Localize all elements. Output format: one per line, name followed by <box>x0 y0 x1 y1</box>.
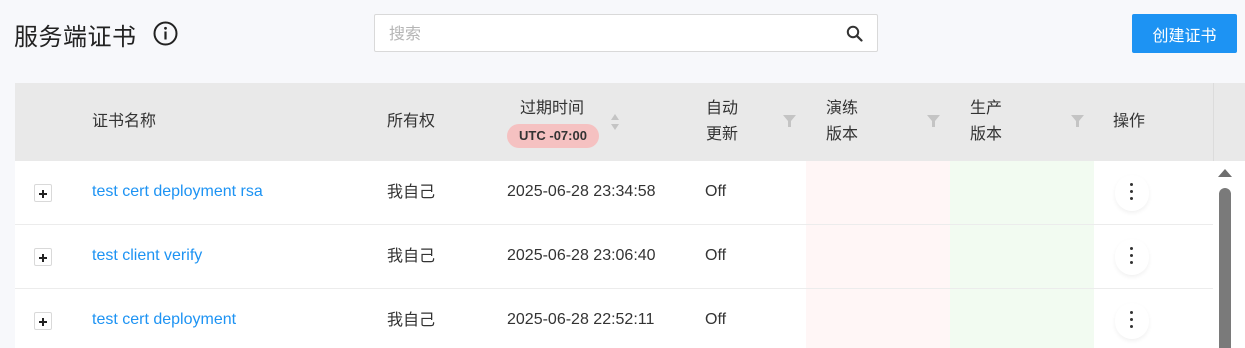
info-circle-icon[interactable] <box>153 21 178 46</box>
column-header-production-line1: 生产 <box>970 98 1003 117</box>
owner-cell: 我自己 <box>387 310 436 329</box>
scrollbar-header-spacer <box>1213 83 1245 161</box>
more-actions-button[interactable] <box>1115 239 1149 275</box>
auto-renew-cell: Off <box>705 183 727 200</box>
column-header-auto-renew-line2: 更新 <box>706 124 739 143</box>
table-row: test client verify 我自己 2025-06-28 23:06:… <box>15 225 1213 289</box>
expand-row-button[interactable] <box>34 184 52 202</box>
owner-cell: 我自己 <box>387 182 436 201</box>
column-header-auto-renew-line1: 自动 <box>706 98 739 117</box>
vertical-scrollbar[interactable] <box>1213 83 1245 348</box>
expiry-cell: 2025-06-28 23:34:58 <box>507 183 656 200</box>
search-box <box>374 14 878 52</box>
server-certificates-page: 服务端证书 创建证书 证书名称 所有权 过期时间 UTC -07:00 自动 更… <box>0 0 1245 348</box>
table-row: test cert deployment 我自己 2025-06-28 22:5… <box>15 289 1213 348</box>
certificate-name-link[interactable]: test client verify <box>92 245 202 267</box>
certificates-table: 证书名称 所有权 过期时间 UTC -07:00 自动 更新 演练 版本 生产 … <box>15 83 1213 348</box>
page-title: 服务端证书 <box>14 23 137 51</box>
expand-row-button[interactable] <box>34 248 52 266</box>
column-header-rehearsal-line2: 版本 <box>826 124 859 143</box>
scroll-up-arrow-icon[interactable] <box>1218 169 1232 177</box>
expand-row-button[interactable] <box>34 312 52 330</box>
column-header-rehearsal-line1: 演练 <box>826 98 859 117</box>
auto-renew-cell: Off <box>705 311 727 328</box>
column-header-name[interactable]: 证书名称 <box>92 108 156 134</box>
expiry-cell: 2025-06-28 23:06:40 <box>507 247 656 264</box>
expiry-cell: 2025-06-28 22:52:11 <box>507 311 655 328</box>
certificate-name-link[interactable]: test cert deployment rsa <box>92 181 263 203</box>
create-certificate-button[interactable]: 创建证书 <box>1132 14 1237 53</box>
column-header-actions: 操作 <box>1113 111 1146 130</box>
filter-icon[interactable] <box>927 115 940 127</box>
filter-icon[interactable] <box>1071 115 1084 127</box>
filter-icon[interactable] <box>783 115 796 127</box>
owner-cell: 我自己 <box>387 246 436 265</box>
more-actions-button[interactable] <box>1115 303 1149 339</box>
auto-renew-cell: Off <box>705 247 727 264</box>
scrollbar-thumb[interactable] <box>1219 188 1231 348</box>
timezone-badge: UTC -07:00 <box>507 124 599 148</box>
sort-icon[interactable] <box>610 113 620 131</box>
column-header-owner[interactable]: 所有权 <box>387 108 435 134</box>
table-header: 证书名称 所有权 过期时间 UTC -07:00 自动 更新 演练 版本 生产 … <box>15 83 1213 161</box>
search-icon[interactable] <box>846 25 863 42</box>
search-input[interactable] <box>375 15 835 51</box>
column-header-production-line2: 版本 <box>970 124 1003 143</box>
column-header-expiry[interactable]: 过期时间 <box>520 95 584 121</box>
more-actions-button[interactable] <box>1115 175 1149 211</box>
certificate-name-link[interactable]: test cert deployment <box>92 309 236 331</box>
table-row: test cert deployment rsa 我自己 2025-06-28 … <box>15 161 1213 225</box>
